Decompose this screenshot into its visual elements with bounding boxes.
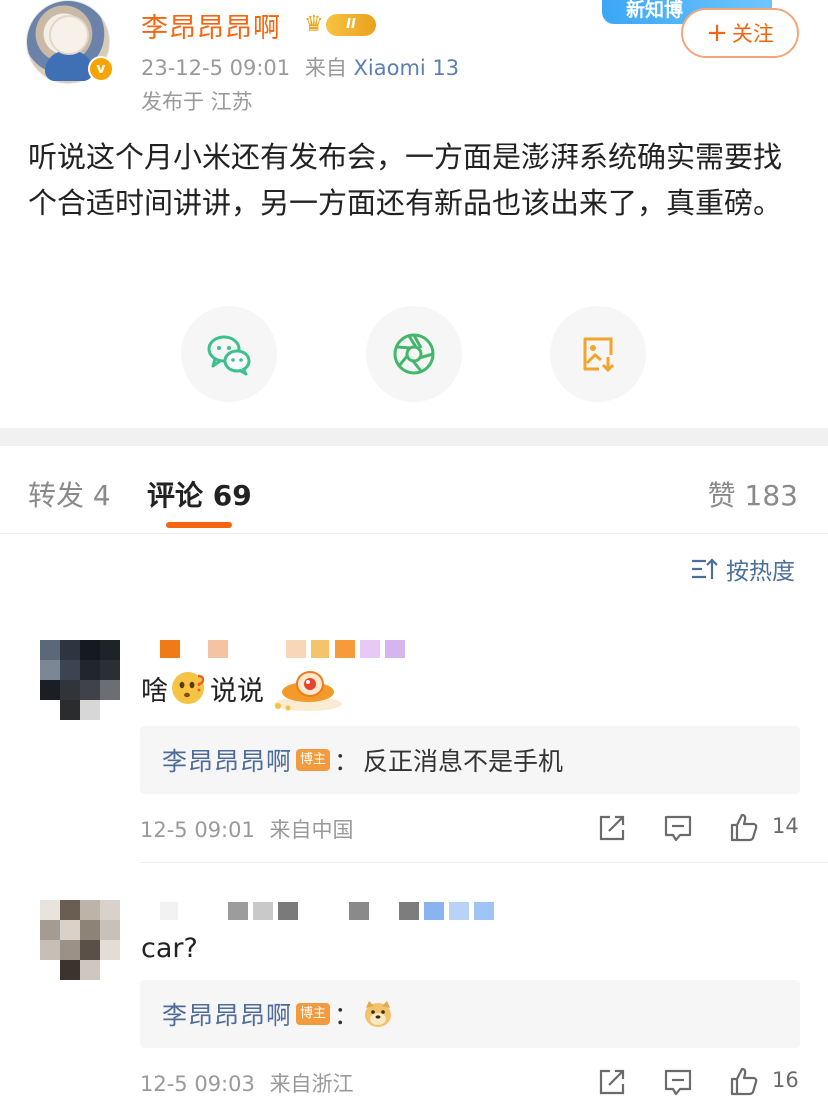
reply-icon[interactable] (662, 1066, 694, 1098)
wechat-icon (207, 335, 251, 376)
blogger-reply[interactable]: 李昂昂昂啊 博主 ： 反正消息不是手机 (140, 726, 800, 794)
blogger-reply[interactable]: 李昂昂昂啊 博主 ： (140, 980, 800, 1048)
tab-repost[interactable]: 转发 4 (28, 474, 111, 514)
post-meta: 23-12-5 09:01 来自 Xiaomi 13 (141, 52, 459, 82)
commenter-name[interactable] (160, 902, 495, 920)
reply-text: 反正消息不是手机 (363, 747, 564, 776)
comment-text: car? (141, 930, 198, 966)
post-time: 23-12-5 09:01 (141, 56, 291, 80)
save-image-icon (583, 337, 615, 373)
avatar-body (45, 51, 93, 81)
avatar-face (49, 15, 89, 55)
commenter-avatar[interactable] (40, 640, 120, 720)
comment-text-before: car? (141, 932, 198, 964)
like-count: 14 (772, 814, 799, 838)
tab-likes[interactable]: 赞 183 (708, 474, 798, 514)
comment-text: 啥 说说 (141, 668, 344, 711)
reply-colon: ： (334, 1001, 360, 1030)
reply-author-name[interactable]: 李昂昂昂啊 (162, 996, 292, 1032)
comment-from: 来自中国 (269, 818, 354, 842)
like-count: 16 (772, 1068, 799, 1092)
tab-comments[interactable]: 评论 69 (147, 474, 252, 514)
active-tab-indicator (166, 522, 232, 528)
comment-footer: 12-5 09:03 来自浙江 16 (140, 1066, 800, 1098)
post-source[interactable]: Xiaomi 13 (354, 56, 460, 80)
commenter-name[interactable] (160, 640, 405, 658)
like-icon[interactable] (728, 1066, 760, 1098)
post-content: 听说这个月小米还有发布会，一方面是澎湃系统确实需要找个合适时间讲讲，另一方面还有… (28, 140, 783, 220)
reply-author-name[interactable]: 李昂昂昂啊 (162, 742, 292, 778)
comment-text-after: 说说 (210, 675, 264, 707)
comment-time: 12-5 09:03 来自浙江 (140, 1068, 354, 1098)
comment-time: 12-5 09:01 来自中国 (140, 814, 354, 844)
post-tabs: 转发 4 评论 69 赞 183 (0, 446, 828, 534)
save-image-button[interactable] (550, 306, 646, 402)
comment-time-value: 12-5 09:03 (140, 1072, 255, 1096)
comment-footer: 12-5 09:01 来自中国 14 (140, 812, 800, 844)
comment-time-value: 12-5 09:01 (140, 818, 255, 842)
sticker-icon (274, 671, 342, 711)
section-divider (0, 428, 828, 446)
host-tag: 博主 (296, 749, 331, 771)
doge-face-icon (365, 1001, 392, 1027)
share-icon[interactable] (596, 1066, 628, 1098)
plus-icon: + (706, 18, 728, 48)
reply-colon: ： (334, 747, 360, 776)
reply-icon[interactable] (662, 812, 694, 844)
comment-divider (140, 862, 828, 863)
post-location: 发布于 江苏 (141, 90, 253, 114)
sort-toggle[interactable]: 按热度 (690, 553, 795, 585)
share-icon[interactable] (596, 812, 628, 844)
sort-icon (692, 558, 718, 579)
share-wechat-button[interactable] (181, 306, 277, 402)
author-name[interactable]: 李昂昂昂啊 (141, 6, 281, 45)
share-moments-button[interactable] (366, 306, 462, 402)
moments-icon (393, 333, 435, 375)
post-header: v 李昂昂昂啊 ♛ II 23-12-5 09:01 来自 Xiaomi 13 … (0, 0, 828, 120)
follow-button[interactable]: + 关注 (681, 8, 799, 58)
thinking-face-icon (172, 672, 205, 704)
comment-from: 来自浙江 (269, 1072, 354, 1096)
like-icon[interactable] (728, 812, 760, 844)
follow-label: 关注 (731, 22, 774, 46)
verified-icon: v (88, 56, 114, 82)
host-tag: 博主 (296, 1003, 331, 1025)
post-from-label: 来自 (304, 56, 347, 80)
comment-text-before: 啥 (141, 675, 168, 707)
sort-label: 按热度 (726, 559, 795, 585)
vip-badge[interactable]: ♛ II (304, 10, 376, 38)
commenter-avatar[interactable] (40, 900, 120, 980)
vip-level: II (326, 14, 376, 36)
